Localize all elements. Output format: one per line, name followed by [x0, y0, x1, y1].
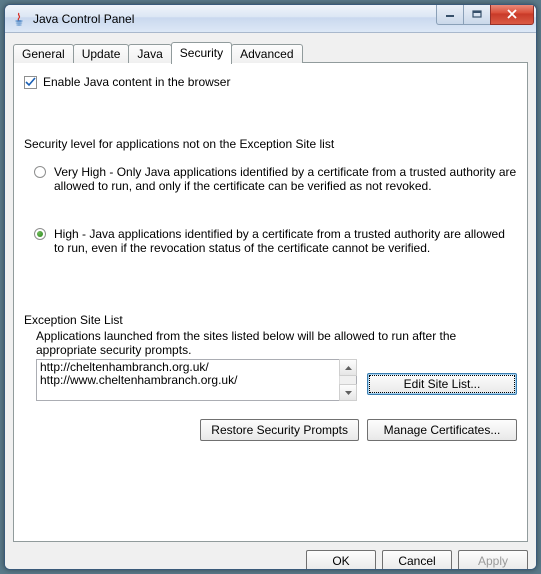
- manage-certificates-button[interactable]: Manage Certificates...: [367, 419, 517, 441]
- dialog-buttons: OK Cancel Apply: [13, 550, 528, 570]
- restore-security-prompts-button[interactable]: Restore Security Prompts: [200, 419, 359, 441]
- titlebar: Java Control Panel: [5, 5, 536, 33]
- security-level-label: Security level for applications not on t…: [24, 137, 517, 151]
- security-panel: Enable Java content in the browser Secur…: [13, 62, 528, 542]
- exception-site-list-desc: Applications launched from the sites lis…: [36, 329, 517, 357]
- maximize-button[interactable]: [463, 5, 491, 25]
- very-high-row: Very High - Only Java applications ident…: [34, 165, 517, 193]
- security-lower-buttons: Restore Security Prompts Manage Certific…: [24, 419, 517, 441]
- exception-site-list-content: http://cheltenhambranch.org.uk/ http://w…: [37, 360, 339, 400]
- client-area: General Update Java Security Advanced En…: [5, 33, 536, 569]
- close-button[interactable]: [490, 5, 534, 25]
- window-title: Java Control Panel: [33, 12, 437, 26]
- tab-security[interactable]: Security: [171, 42, 232, 64]
- ok-button[interactable]: OK: [306, 550, 376, 570]
- enable-java-checkbox[interactable]: [24, 76, 37, 89]
- tab-java[interactable]: Java: [128, 44, 171, 63]
- high-row: High - Java applications identified by a…: [34, 227, 517, 255]
- java-icon: [11, 11, 27, 27]
- java-control-panel-window: Java Control Panel General Update Java S…: [4, 4, 537, 570]
- exception-site-row: http://cheltenhambranch.org.uk/ http://w…: [36, 359, 517, 401]
- apply-button[interactable]: Apply: [458, 550, 528, 570]
- window-buttons: [437, 5, 534, 25]
- very-high-label: Very High - Only Java applications ident…: [54, 165, 517, 193]
- security-level-group: Very High - Only Java applications ident…: [34, 165, 517, 255]
- minimize-button[interactable]: [436, 5, 464, 25]
- exception-site-list-title: Exception Site List: [24, 313, 517, 327]
- tab-update[interactable]: Update: [73, 44, 130, 63]
- site-item[interactable]: http://www.cheltenhambranch.org.uk/: [40, 374, 336, 387]
- enable-java-row: Enable Java content in the browser: [24, 75, 517, 89]
- tab-strip: General Update Java Security Advanced: [13, 41, 528, 63]
- high-radio[interactable]: [34, 228, 46, 240]
- cancel-button[interactable]: Cancel: [382, 550, 452, 570]
- exception-site-listbox[interactable]: http://cheltenhambranch.org.uk/ http://w…: [36, 359, 357, 401]
- scrollbar[interactable]: [339, 360, 356, 400]
- very-high-radio[interactable]: [34, 166, 46, 178]
- scroll-up-arrow[interactable]: [339, 359, 357, 376]
- enable-java-label: Enable Java content in the browser: [43, 75, 230, 89]
- tab-advanced[interactable]: Advanced: [231, 44, 302, 63]
- high-label: High - Java applications identified by a…: [54, 227, 517, 255]
- edit-site-list-button[interactable]: Edit Site List...: [367, 373, 517, 395]
- scroll-down-arrow[interactable]: [339, 384, 357, 401]
- tab-general[interactable]: General: [13, 44, 74, 63]
